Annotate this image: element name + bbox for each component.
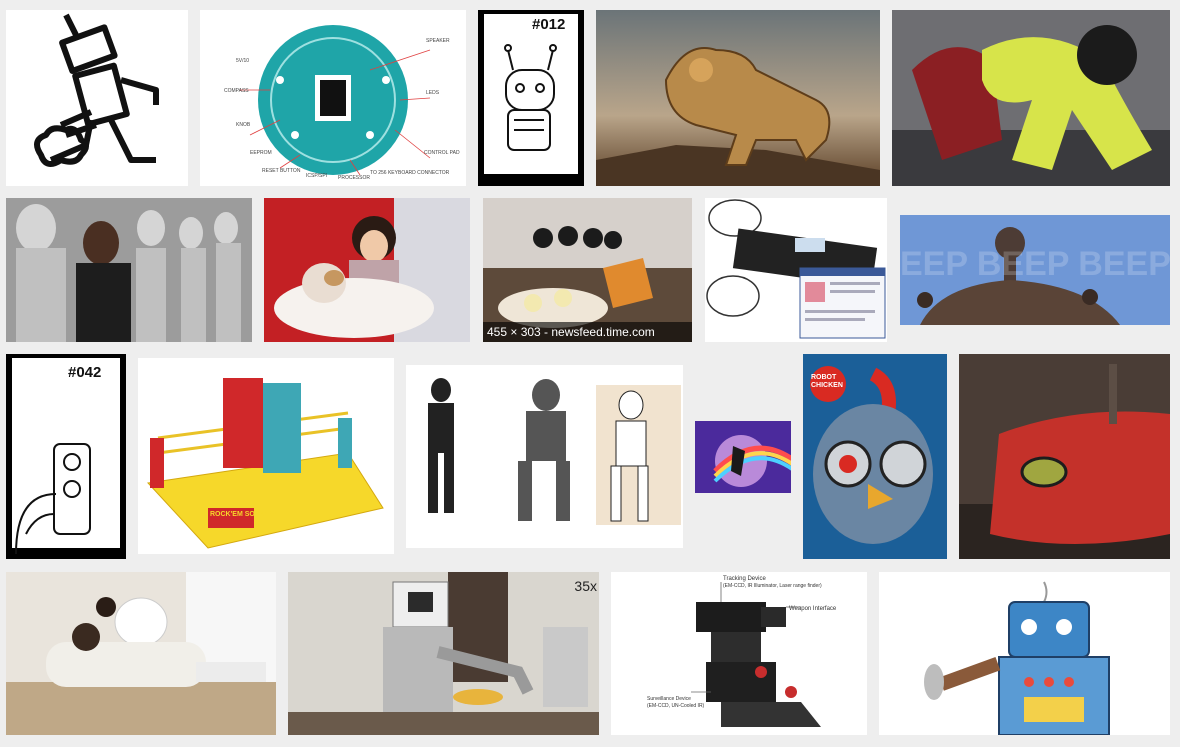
label-5v: 5V/10 — [236, 58, 250, 64]
robot-bear-image — [6, 572, 276, 735]
steampunk-lion-image — [596, 10, 880, 186]
irobot-movie-image — [6, 198, 252, 342]
result-image-tin-toy-robot[interactable] — [879, 572, 1170, 735]
label-leds: LEDS — [426, 90, 440, 96]
label-processor: PROCESSOR — [338, 175, 370, 181]
label-compass: COMPASS — [224, 88, 249, 94]
result-image-beep-beep-robot[interactable]: EEP BEEP BEEP BE — [900, 215, 1170, 325]
result-image-robot-restaurant[interactable]: 455 × 303 - newsfeed.time.com — [483, 198, 692, 342]
tin-toy-robot-image — [879, 572, 1170, 735]
image-dimensions-overlay: 455 × 303 - newsfeed.time.com — [483, 322, 692, 342]
label-tracking-detail: (EM-CCD, IR Illuminator, Laser range fin… — [723, 583, 822, 589]
label-eeprom: EEPROM — [250, 150, 272, 156]
sketch-number: #012 — [532, 16, 566, 33]
sketch-number: #042 — [68, 364, 102, 381]
label-surveillance-device: Surveillance Device — [647, 696, 691, 702]
label-weapon-interface: Weapon Interface — [789, 606, 837, 612]
label-reset-button: RESET BUTTON — [262, 168, 301, 174]
robot-chicken-logo: ROBOT CHICKEN — [811, 374, 843, 389]
label-surveillance-detail: (EM-CCD, UN-Cooled IR) — [647, 703, 705, 709]
result-image-robot-sketch-042[interactable]: #042 — [6, 354, 126, 559]
zoom-corner-label: 35x — [574, 578, 597, 594]
result-image-red-robot-eye[interactable] — [959, 354, 1170, 559]
robot-cat-image — [264, 198, 470, 342]
label-keyboard-connector: TO 256 KEYBOARD CONNECTOR — [370, 170, 450, 176]
robot-sketch-042-drawing — [12, 358, 120, 555]
result-image-robot-sketch-012[interactable]: #012 — [478, 10, 584, 186]
result-image-robot-cat-pet[interactable] — [264, 198, 470, 342]
label-tracking-device: Tracking Device — [723, 576, 766, 582]
label-speaker: SPEAKER — [426, 38, 450, 44]
humanoid-robots-image — [406, 365, 683, 548]
beep-text: EEP BEEP BEEP BE — [900, 245, 1170, 283]
military-robot-diagram-image — [611, 572, 867, 735]
label-icsp: ICSP/SPI — [306, 173, 328, 179]
kitchen-robot-image — [288, 572, 599, 735]
result-image-rockem-sockem-robots[interactable]: ROCK'EM SOCK'EM — [138, 358, 394, 554]
result-image-steampunk-lion[interactable] — [596, 10, 880, 186]
red-robot-eye-image — [959, 354, 1170, 559]
rockem-brand-label: ROCK'EM SOCK'EM — [210, 511, 278, 518]
result-image-robot-diagram-facebook[interactable] — [705, 198, 887, 342]
result-image-kitchen-robot[interactable]: 35x — [288, 572, 599, 735]
robot-facebook-diagram — [705, 198, 887, 342]
arduino-board-diagram — [240, 25, 431, 176]
dancing-robot-image — [892, 10, 1170, 186]
result-image-robot-chicken[interactable]: ROBOT CHICKEN — [803, 354, 947, 559]
robot-restaurant-image — [483, 198, 692, 342]
result-image-cartoon-robot-kick[interactable] — [6, 10, 188, 186]
result-image-arduino-robot-board[interactable]: SPEAKER LEDS CONTROL PAD TO 256 KEYBOARD… — [200, 10, 466, 186]
rockem-sockem-image — [138, 358, 394, 554]
result-image-humanoid-robots-lineup[interactable] — [406, 365, 683, 548]
robot-kick-illustration — [34, 13, 159, 167]
unicorn-rainbow-image — [695, 421, 791, 493]
result-image-unicorn-rainbow[interactable] — [695, 421, 791, 493]
label-control-pad: CONTROL PAD — [424, 150, 460, 156]
result-image-dancing-robot-costume[interactable] — [892, 10, 1170, 186]
robot-sketch-012-drawing — [484, 14, 578, 174]
result-image-military-robot-diagram[interactable]: Tracking Device (EM-CCD, IR Illuminator,… — [611, 572, 867, 735]
label-knob: KNOB — [236, 122, 251, 128]
result-image-irobot-movie[interactable] — [6, 198, 252, 342]
result-image-robot-bear-nurse[interactable] — [6, 572, 276, 735]
